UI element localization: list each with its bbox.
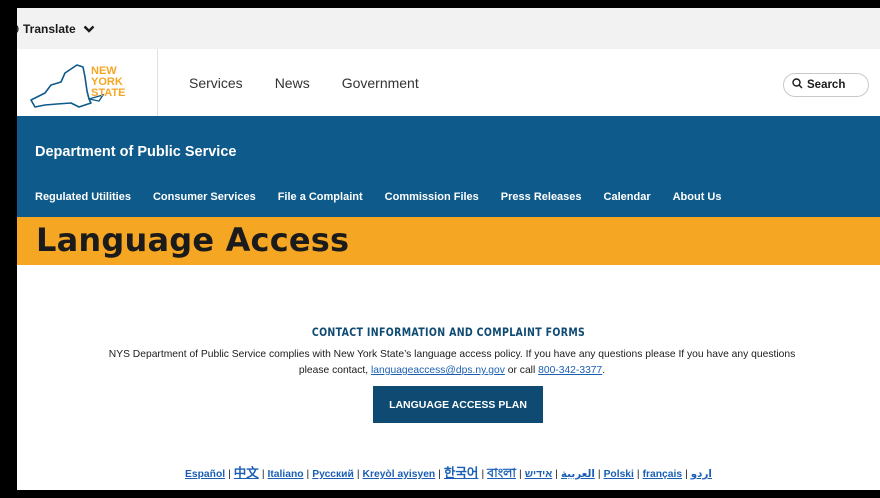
section-heading: CONTACT INFORMATION AND COMPLAINT FORMS — [311, 325, 586, 339]
agency-nav-calendar[interactable]: Calendar — [604, 191, 651, 203]
body-text: NYS Department of Public Service complie… — [47, 347, 857, 379]
agency-nav-press-releases[interactable]: Press Releases — [501, 191, 582, 203]
lang-link-polski[interactable]: Polski — [604, 469, 634, 480]
main-content: CONTACT INFORMATION AND COMPLAINT FORMS … — [17, 265, 880, 490]
language-links: Español | 中文 | Italiano | Русский | Kreyòl ayisy… — [185, 466, 712, 480]
chevron-down-icon — [80, 24, 95, 34]
translate-label: Translate — [23, 21, 76, 36]
nav-news[interactable]: News — [275, 75, 310, 91]
agency-nav-regulated-utilities[interactable]: Regulated Utilities — [35, 191, 131, 203]
agency-nav-consumer-services[interactable]: Consumer Services — [153, 191, 256, 203]
search-button[interactable]: Search — [783, 73, 869, 97]
lang-link-arabic[interactable]: العربية — [561, 469, 595, 480]
page-title: Language Access — [36, 221, 350, 259]
nys-map-logo-icon: NEW YORK STATE — [30, 63, 125, 108]
body-line-1: NYS Department of Public Service complie… — [108, 349, 796, 360]
globe-icon — [17, 23, 19, 35]
nav-services[interactable]: Services — [189, 75, 243, 91]
language-access-plan-button[interactable]: LANGUAGE ACCESS PLAN — [373, 386, 543, 423]
lang-link-kreyol[interactable]: Kreyòl ayisyen — [363, 469, 436, 480]
lang-link-francais[interactable]: français — [643, 469, 683, 480]
search-label: Search — [807, 79, 846, 91]
search-icon — [792, 78, 803, 92]
lang-link-chinese[interactable]: 中文 — [234, 466, 259, 480]
lang-link-russian[interactable]: Русский — [312, 469, 354, 480]
agency-banner: Department of Public Service Regulated U… — [17, 116, 880, 217]
lang-link-italiano[interactable]: Italiano — [268, 469, 304, 480]
agency-title[interactable]: Department of Public Service — [35, 144, 236, 160]
agency-nav-file-complaint[interactable]: File a Complaint — [278, 191, 363, 203]
email-link[interactable]: languageaccess@dps.ny.gov — [371, 365, 505, 376]
phone-link[interactable]: 800-342-3377 — [538, 365, 602, 376]
lang-link-bengali[interactable]: বাংলা — [487, 466, 516, 480]
site-header: NEW YORK STATE Services News Government … — [17, 49, 880, 116]
translate-button[interactable]: Translate — [17, 22, 95, 36]
nav-government[interactable]: Government — [342, 75, 419, 91]
body-line-2-mid: or call — [504, 365, 539, 376]
lang-link-urdu[interactable]: اردو — [691, 469, 712, 480]
body-line-2-prefix: please contact, — [298, 365, 371, 376]
lang-link-korean[interactable]: 한국어 — [444, 466, 479, 480]
page-title-bar: Language Access — [17, 217, 880, 265]
lang-link-yiddish[interactable]: אידיש — [525, 469, 553, 480]
lang-link-espanol[interactable]: Español — [185, 469, 225, 480]
agency-nav: Regulated Utilities Consumer Services Fi… — [35, 191, 744, 203]
body-line-2-suffix: . — [602, 365, 606, 376]
translate-bar: Translate — [17, 8, 880, 49]
agency-nav-commission-files[interactable]: Commission Files — [385, 191, 479, 203]
agency-nav-about-us[interactable]: About Us — [673, 191, 722, 203]
nys-logo[interactable]: NEW YORK STATE — [27, 49, 158, 116]
main-nav: Services News Government — [189, 49, 451, 116]
browser-viewport: Translate NEW YORK STATE Services News G… — [17, 8, 880, 490]
svg-text:STATE: STATE — [91, 87, 125, 99]
